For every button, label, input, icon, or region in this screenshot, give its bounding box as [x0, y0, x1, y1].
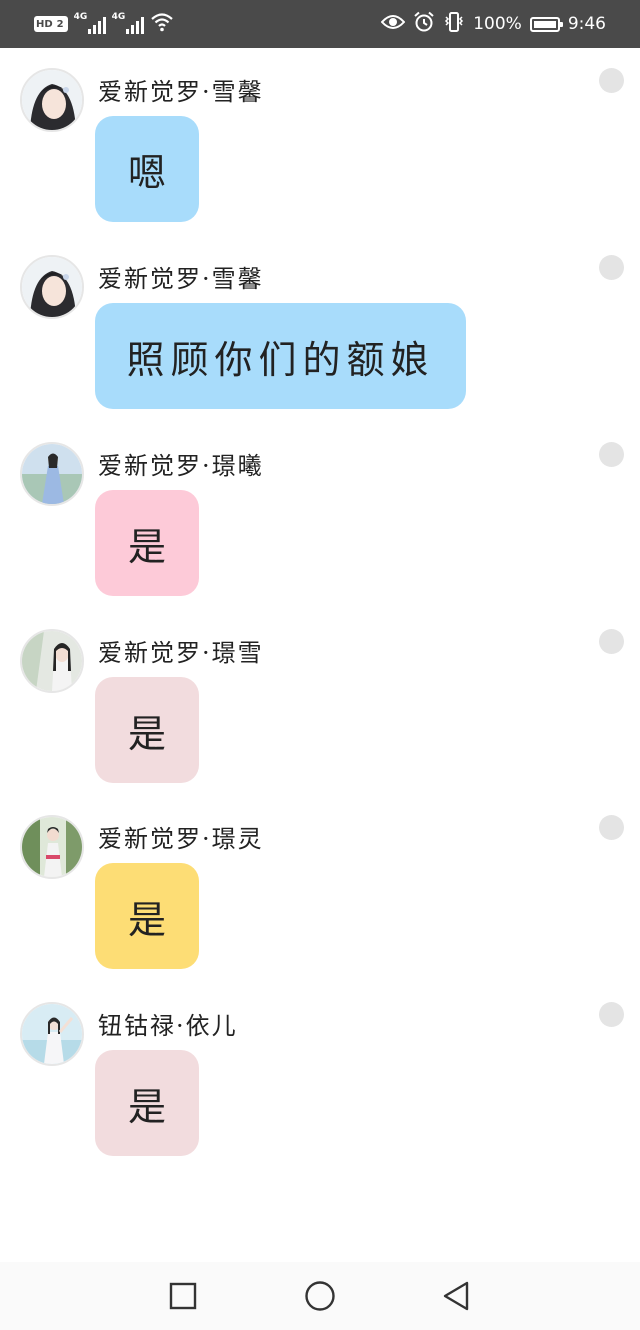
sender-name: 爱新觉罗·璟曦	[98, 452, 264, 480]
status-left: HD 2 4G 4G	[34, 12, 174, 36]
back-icon[interactable]	[440, 1280, 472, 1312]
message-bubble[interactable]: 是	[95, 1050, 199, 1156]
sender-name: 爱新觉罗·雪馨	[98, 265, 264, 293]
battery-icon	[529, 16, 563, 32]
message-bubble[interactable]: 照顾你们的额娘	[95, 303, 466, 409]
navigation-bar	[0, 1262, 640, 1330]
hd-label: HD	[36, 18, 53, 30]
sender-name: 钮钴禄·依儿	[98, 1012, 238, 1040]
clock: 9:46	[567, 14, 606, 34]
network-label-2: 4G	[111, 12, 126, 22]
avatar[interactable]	[20, 68, 84, 132]
sender-name: 爱新觉罗·璟灵	[98, 825, 264, 853]
vibrate-icon	[443, 11, 465, 38]
avatar[interactable]	[20, 255, 84, 319]
message-bubble[interactable]: 是	[95, 490, 199, 596]
signal-icon-1: 4G	[73, 12, 106, 34]
battery-percent: 100%	[473, 14, 522, 34]
recent-apps-icon[interactable]	[167, 1280, 199, 1312]
select-circle[interactable]	[599, 442, 624, 467]
sender-name: 爱新觉罗·璟雪	[98, 639, 264, 667]
status-bar: HD 2 4G 4G 100% 9:46	[0, 0, 640, 48]
avatar[interactable]	[20, 1002, 84, 1066]
network-label-1: 4G	[73, 12, 88, 22]
avatar[interactable]	[20, 815, 84, 879]
avatar[interactable]	[20, 629, 84, 693]
signal-icon-2: 4G	[111, 12, 144, 34]
avatar[interactable]	[20, 442, 84, 506]
select-circle[interactable]	[599, 1002, 624, 1027]
message-bubble[interactable]: 嗯	[95, 116, 199, 222]
eye-icon	[380, 13, 406, 36]
sender-name: 爱新觉罗·雪馨	[98, 78, 264, 106]
select-circle[interactable]	[599, 815, 624, 840]
status-right: 100% 9:46	[380, 10, 606, 38]
hd-icon: HD 2	[34, 16, 68, 32]
select-circle[interactable]	[599, 255, 624, 280]
sim-label: 2	[54, 18, 66, 30]
chat-screen: HD 2 4G 4G 100% 9:46 爱新觉罗·雪馨 嗯 爱新觉罗·雪馨 照…	[0, 0, 640, 1330]
message-bubble[interactable]: 是	[95, 863, 199, 969]
select-circle[interactable]	[599, 68, 624, 93]
wifi-icon	[150, 12, 174, 36]
alarm-icon	[413, 11, 435, 38]
select-circle[interactable]	[599, 629, 624, 654]
home-icon[interactable]	[304, 1280, 336, 1312]
message-bubble[interactable]: 是	[95, 677, 199, 783]
